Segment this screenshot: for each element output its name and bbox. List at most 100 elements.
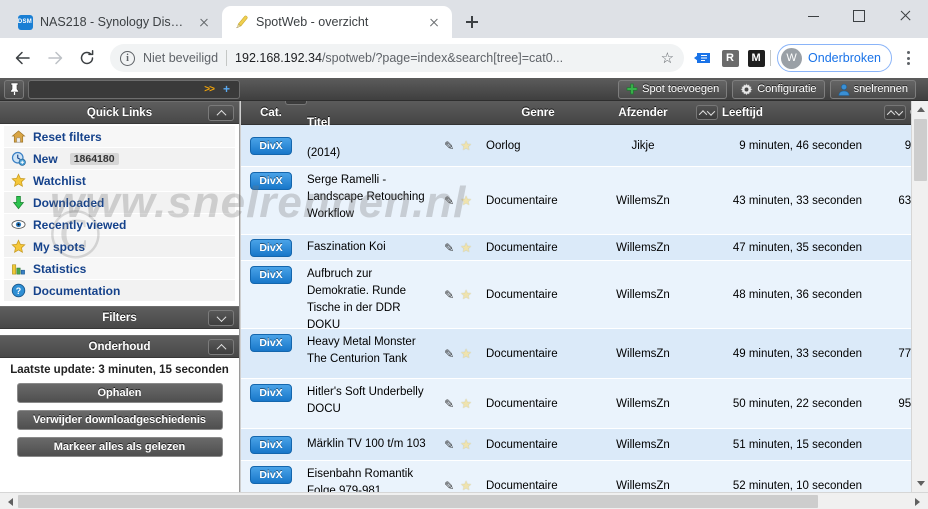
pencil-icon[interactable]: ✎ — [444, 139, 454, 153]
table-row[interactable]: DivX Hitler's Soft Underbelly DOCU ✎ ★ D… — [241, 379, 911, 429]
quick-links-header[interactable]: Quick Links — [0, 101, 239, 124]
pencil-icon[interactable]: ✎ — [444, 397, 454, 411]
user-menu-button[interactable]: snelrennen — [829, 79, 916, 99]
maintenance-header[interactable]: Onderhoud — [0, 335, 239, 358]
row-title[interactable]: Hitler's Soft Underbelly DOCU — [301, 379, 436, 428]
table-row[interactable]: DivX Heavy Metal Monster The Centurion T… — [241, 329, 911, 379]
pencil-icon[interactable]: ✎ — [444, 194, 454, 208]
configuration-button[interactable]: Configuratie — [732, 79, 825, 99]
maximize-button[interactable] — [836, 0, 882, 32]
row-category[interactable]: DivX — [241, 379, 301, 428]
sort-controls[interactable] — [696, 105, 718, 120]
column-header-genre[interactable]: Genre — [480, 101, 590, 125]
scroll-right-icon[interactable] — [911, 493, 928, 509]
row-category[interactable]: DivX — [241, 235, 301, 260]
minimize-button[interactable] — [790, 0, 836, 32]
row-title[interactable]: Aufbruch zur Demokratie. Runde Tische in… — [301, 261, 436, 331]
row-category[interactable]: DivX — [241, 261, 301, 328]
sidebar-item-statistics[interactable]: Statistics — [4, 258, 235, 280]
row-category[interactable]: DivX — [241, 167, 301, 234]
mark-all-read-button[interactable]: Markeer alles als gelezen — [16, 437, 223, 457]
scroll-up-icon[interactable] — [912, 101, 928, 118]
row-title[interactable]: Serge Ramelli - Landscape Retouching Wor… — [301, 167, 436, 234]
chevron-up-icon[interactable] — [208, 339, 234, 355]
star-icon[interactable]: ★ — [460, 287, 472, 303]
close-icon[interactable] — [196, 14, 212, 30]
browser-tab-nas218[interactable]: DSM NAS218 - Synology DiskStation — [6, 6, 222, 38]
expand-search-icon[interactable]: >> — [204, 84, 215, 95]
sidebar-item-watchlist[interactable]: Watchlist — [4, 170, 235, 192]
star-icon[interactable]: ☆ — [661, 49, 674, 67]
info-icon[interactable]: i — [120, 50, 135, 66]
table-row[interactable]: DivX Eisenbahn Romantik Folge 979-981 ✎ … — [241, 461, 911, 492]
chevron-up-icon[interactable] — [208, 105, 234, 121]
forward-button[interactable] — [40, 43, 70, 73]
sort-controls[interactable] — [883, 105, 906, 120]
close-window-button[interactable] — [882, 0, 928, 32]
chevron-down-icon[interactable] — [208, 310, 234, 326]
vertical-scrollbar-thumb[interactable] — [914, 119, 927, 181]
row-title[interactable]: Eisenbahn Romantik Folge 979-981 — [301, 461, 436, 492]
column-header-titel[interactable]: Titel — [285, 101, 436, 129]
horizontal-scrollbar[interactable] — [0, 492, 928, 509]
back-button[interactable] — [8, 43, 38, 73]
scroll-down-icon[interactable] — [912, 475, 928, 492]
horizontal-scrollbar-thumb[interactable] — [18, 495, 818, 508]
new-tab-button[interactable] — [458, 8, 486, 36]
delete-download-history-button[interactable]: Verwijder downloadgeschiedenis — [16, 410, 223, 430]
fetch-button[interactable]: Ophalen — [16, 383, 223, 403]
table-row[interactable]: DivX Aufbruch zur Demokratie. Runde Tisc… — [241, 261, 911, 331]
scroll-left-icon[interactable] — [0, 493, 17, 509]
sidebar-item-downloaded[interactable]: Downloaded — [4, 192, 235, 214]
column-header-afzender[interactable]: Afzender — [590, 101, 696, 125]
pencil-icon[interactable]: ✎ — [444, 479, 454, 493]
row-title[interactable]: Märklin TV 100 t/m 103 — [301, 429, 436, 460]
sidebar-item-my-spots[interactable]: My spots — [4, 236, 235, 258]
star-icon[interactable]: ★ — [460, 478, 472, 493]
add-spot-button[interactable]: Spot toevoegen — [618, 79, 728, 99]
pencil-icon[interactable]: ✎ — [444, 241, 454, 255]
add-search-icon[interactable]: + — [223, 82, 230, 96]
filters-header[interactable]: Filters — [0, 306, 239, 329]
address-bar[interactable]: i Niet beveiligd 192.168.192.34/spotweb/… — [110, 44, 685, 72]
sort-controls[interactable] — [285, 101, 307, 105]
reload-button[interactable] — [72, 43, 102, 73]
profile-button[interactable]: W Onderbroken — [777, 44, 892, 72]
close-icon[interactable] — [426, 14, 442, 30]
table-row[interactable]: DivX Märklin TV 100 t/m 103 ✎ ★ Document… — [241, 429, 911, 461]
table-row[interactable]: DivX (2014) ✎ ★ Oorlog Jikje 9 minuten, … — [241, 125, 911, 167]
row-category[interactable]: DivX — [241, 329, 301, 378]
column-header-omvang[interactable]: Omvang — [872, 101, 911, 125]
extension-r-icon[interactable]: R — [718, 46, 742, 70]
star-icon[interactable]: ★ — [460, 346, 472, 362]
star-icon[interactable]: ★ — [460, 437, 472, 453]
column-header-leeftijd[interactable]: Leeftijd — [696, 101, 872, 125]
sidebar-item-recently-viewed[interactable]: Recently viewed — [4, 214, 235, 236]
extension-m-icon[interactable]: M — [744, 46, 768, 70]
pencil-icon[interactable]: ✎ — [444, 288, 454, 302]
row-title[interactable]: (2014) — [301, 125, 436, 166]
grid-body[interactable]: DivX (2014) ✎ ★ Oorlog Jikje 9 minuten, … — [241, 125, 911, 492]
search-input[interactable]: >> + — [28, 79, 240, 99]
table-row[interactable]: DivX Serge Ramelli - Landscape Retouchin… — [241, 167, 911, 235]
vertical-scrollbar[interactable] — [911, 101, 928, 492]
row-title[interactable]: Faszination Koi — [301, 235, 436, 260]
row-category[interactable]: DivX — [241, 125, 301, 166]
star-icon[interactable]: ★ — [460, 138, 472, 154]
table-row[interactable]: DivX Faszination Koi ✎ ★ Documentaire Wi… — [241, 235, 911, 261]
sidebar-item-reset-filters[interactable]: Reset filters — [4, 126, 235, 148]
browser-tab-spotweb[interactable]: SpotWeb - overzicht — [222, 6, 452, 38]
star-icon[interactable]: ★ — [460, 193, 472, 209]
pencil-icon[interactable]: ✎ — [444, 438, 454, 452]
star-icon[interactable]: ★ — [460, 240, 472, 256]
pin-icon[interactable] — [4, 79, 24, 99]
pencil-icon[interactable]: ✎ — [444, 347, 454, 361]
sidebar-item-documentation[interactable]: ? Documentation — [4, 280, 235, 302]
kebab-menu-icon[interactable] — [896, 46, 920, 70]
row-category[interactable]: DivX — [241, 429, 301, 460]
star-icon[interactable]: ★ — [460, 396, 472, 412]
column-header-cat[interactable]: Cat. — [241, 101, 301, 125]
row-category[interactable]: DivX — [241, 461, 301, 492]
row-title[interactable]: Heavy Metal Monster The Centurion Tank — [301, 329, 436, 378]
sidebar-item-new[interactable]: New 1864180 — [4, 148, 235, 170]
